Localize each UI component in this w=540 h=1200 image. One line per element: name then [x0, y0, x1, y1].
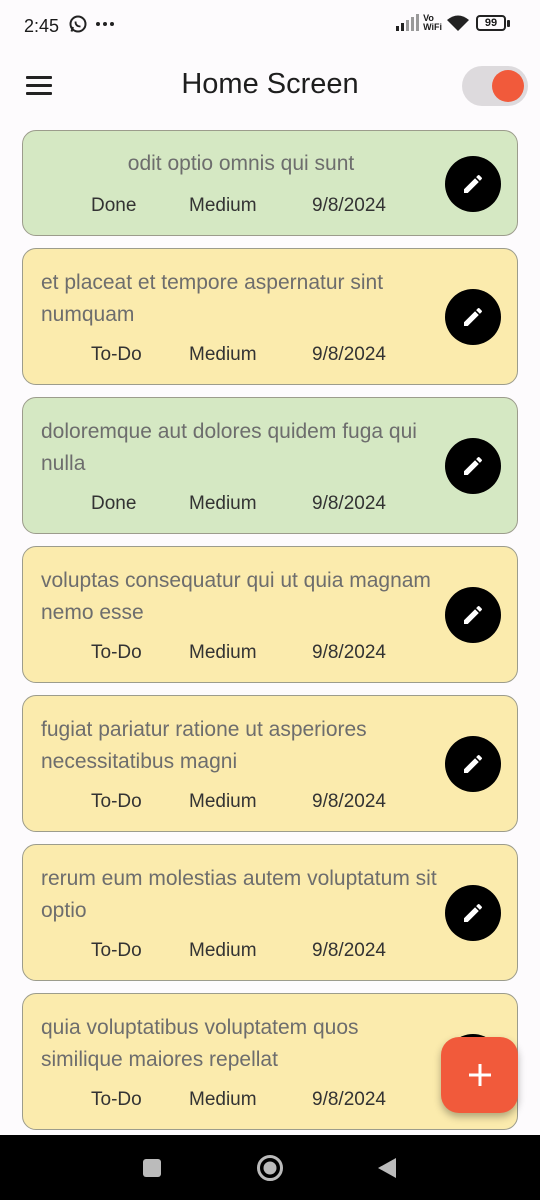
task-title: quia voluptatibus voluptatem quos simili… [41, 1016, 359, 1071]
more-dots-icon [96, 22, 114, 26]
edit-button[interactable] [445, 736, 501, 792]
task-priority: Medium [189, 642, 257, 663]
task-date: 9/8/2024 [312, 1089, 386, 1110]
task-status: To-Do [91, 940, 142, 961]
status-right-icons: Vo WiFi 99 [395, 14, 510, 32]
plus-icon [468, 1064, 491, 1086]
app-bar: Home Screen [0, 56, 540, 118]
vowifi-bottom: WiFi [423, 22, 442, 32]
task-card[interactable]: odit optio omnis qui sunt Done Medium 9/… [22, 130, 518, 236]
task-title: odit optio omnis qui sunt [127, 152, 355, 175]
battery-tip [507, 19, 510, 27]
edit-button[interactable] [445, 885, 501, 941]
task-status: To-Do [91, 1089, 142, 1110]
task-list: odit optio omnis qui sunt Done Medium 9/… [22, 130, 518, 1142]
task-card[interactable]: doloremque aut dolores quidem fuga qui n… [22, 397, 518, 534]
task-title: rerum eum molestias autem voluptatum sit… [41, 867, 437, 922]
task-priority: Medium [189, 195, 257, 216]
pencil-icon [464, 903, 483, 922]
edit-button[interactable] [445, 289, 501, 345]
pencil-icon [464, 456, 483, 475]
pencil-icon [464, 307, 483, 326]
vowifi-icon: Vo WiFi [423, 14, 442, 32]
task-priority: Medium [189, 791, 257, 812]
task-status: To-Do [91, 642, 142, 663]
task-status: Done [91, 493, 137, 514]
task-priority: Medium [189, 493, 257, 514]
whatsapp-icon [69, 15, 87, 33]
task-title: fugiat pariatur ratione ut asperiores ne… [41, 718, 367, 773]
status-bar: 2:45 Vo WiFi 99 [0, 0, 540, 56]
signal-icon [396, 14, 420, 31]
task-card[interactable]: et placeat et tempore aspernatur sint nu… [22, 248, 518, 385]
edit-button[interactable] [445, 438, 501, 494]
pencil-icon [464, 605, 483, 624]
pencil-icon [464, 754, 483, 773]
task-date: 9/8/2024 [312, 791, 386, 812]
task-date: 9/8/2024 [312, 195, 386, 216]
battery-level: 99 [484, 17, 498, 29]
task-priority: Medium [189, 344, 257, 365]
task-status: To-Do [91, 791, 142, 812]
task-date: 9/8/2024 [312, 344, 386, 365]
home-circle-icon [257, 1155, 283, 1181]
toggle-thumb [492, 70, 524, 102]
status-time: 2:45 [24, 16, 60, 36]
task-date: 9/8/2024 [312, 940, 386, 961]
task-status: To-Do [91, 344, 142, 365]
back-triangle-icon [378, 1158, 396, 1178]
task-date: 9/8/2024 [312, 493, 386, 514]
add-task-button[interactable] [441, 1037, 518, 1113]
system-nav-bar [0, 1135, 540, 1200]
home-button[interactable] [256, 1154, 284, 1187]
task-priority: Medium [189, 940, 257, 961]
back-button[interactable] [376, 1156, 398, 1185]
recents-square-icon [143, 1159, 161, 1177]
task-title: et placeat et tempore aspernatur sint nu… [41, 271, 384, 326]
pencil-icon [464, 174, 483, 193]
edit-button[interactable] [445, 156, 501, 212]
task-title: voluptas consequatur qui ut quia magnam … [41, 569, 431, 624]
task-date: 9/8/2024 [312, 642, 386, 663]
task-card[interactable]: voluptas consequatur qui ut quia magnam … [22, 546, 518, 683]
task-status: Done [91, 195, 137, 216]
wifi-icon [447, 15, 469, 31]
task-priority: Medium [189, 1089, 257, 1110]
recents-button[interactable] [142, 1158, 162, 1183]
theme-toggle[interactable] [462, 66, 528, 106]
task-card[interactable]: rerum eum molestias autem voluptatum sit… [22, 844, 518, 981]
battery-icon: 99 [476, 15, 506, 31]
status-left-icons [68, 14, 116, 34]
page-title: Home Screen [181, 68, 359, 100]
edit-button[interactable] [445, 587, 501, 643]
task-card[interactable]: fugiat pariatur ratione ut asperiores ne… [22, 695, 518, 832]
task-title: doloremque aut dolores quidem fuga qui n… [41, 420, 417, 475]
